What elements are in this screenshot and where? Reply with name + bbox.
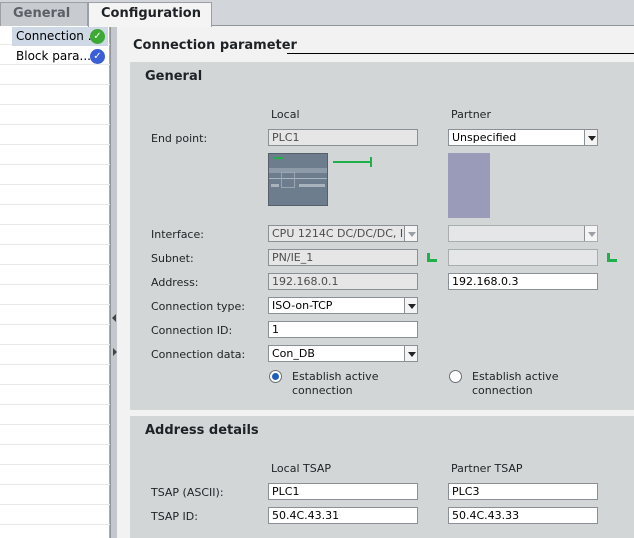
tsap-id-label: TSAP ID: [151,510,198,523]
local-address-field[interactable]: 192.168.0.1 [268,273,418,290]
collapse-left-icon[interactable] [112,314,116,322]
local-interface-dropdown[interactable]: CPU 1214C DC/DC/DC, IE [268,225,418,242]
establish-active-partner-radio[interactable] [449,370,462,383]
nav-item-connection[interactable]: Connection ... ✓ [12,27,108,46]
nav-item-label: Connection ... [16,29,100,43]
establish-active-local-radio[interactable] [269,370,282,383]
column-header-partner-tsap: Partner TSAP [451,462,523,475]
establish-active-partner-label-line2: connection [472,384,533,397]
nav-item-label: Block para... [16,49,91,63]
interface-label: Interface: [151,228,204,241]
navigation-panel: Connection ... ✓ Block para... ✓ [0,26,110,538]
tab-general[interactable]: General [0,2,88,27]
local-subnet-field[interactable]: PN/IE_1 [268,249,418,266]
column-header-partner: Partner [451,108,491,121]
local-tsap-id-input[interactable]: 50.4C.43.31 [268,507,418,524]
chevron-down-icon[interactable] [584,226,597,241]
connection-type-label: Connection type: [151,300,246,313]
connection-id-input[interactable]: 1 [268,321,418,338]
nav-item-block-parameters[interactable]: Block para... ✓ [12,47,108,66]
title-divider [287,53,634,54]
check-icon: ✓ [90,29,105,44]
subnet-label: Subnet: [151,252,194,265]
chevron-down-icon[interactable] [404,226,417,241]
partner-tsap-ascii-input[interactable]: PLC3 [448,483,598,500]
connection-data-dropdown[interactable]: Con_DB [268,345,418,362]
partner-tsap-id-input[interactable]: 50.4C.43.33 [448,507,598,524]
end-point-label: End point: [151,132,208,145]
section-title-address-details: Address details [145,423,259,438]
partner-end-point-dropdown[interactable]: Unspecified [448,129,598,146]
partner-end-point-value: Unspecified [452,131,517,144]
local-end-point-field[interactable]: PLC1 [268,129,418,146]
establish-active-local-label-line1: Establish active [292,370,379,383]
local-interface-value: CPU 1214C DC/DC/DC, IE [272,227,411,240]
partner-subnet-field[interactable] [448,249,598,266]
partner-device-image [448,153,490,218]
connection-type-dropdown[interactable]: ISO-on-TCP [268,297,418,314]
column-header-local: Local [271,108,300,121]
section-title-general: General [145,69,203,84]
connection-data-value: Con_DB [272,347,315,360]
establish-active-local-label-line2: connection [292,384,353,397]
tab-configuration[interactable]: Configuration [88,2,212,27]
connection-type-value: ISO-on-TCP [272,299,333,312]
tsap-ascii-label: TSAP (ASCII): [151,486,224,499]
local-plc-device-image [268,153,328,206]
chevron-down-icon[interactable] [404,346,417,361]
partner-address-input[interactable]: 192.168.0.3 [448,273,598,290]
address-label: Address: [151,276,199,289]
column-header-local-tsap: Local TSAP [271,462,332,475]
connection-data-label: Connection data: [151,348,246,361]
local-tsap-ascii-input[interactable]: PLC1 [268,483,418,500]
connection-id-label: Connection ID: [151,324,233,337]
network-node-icon [427,253,437,262]
panel-splitter[interactable] [110,26,117,538]
network-node-icon [607,253,617,262]
chevron-down-icon[interactable] [584,130,597,145]
page-title: Connection parameter [133,38,297,53]
establish-active-partner-label-line1: Establish active [472,370,559,383]
check-icon: ✓ [90,49,105,64]
chevron-down-icon[interactable] [404,298,417,313]
partner-interface-dropdown[interactable] [448,225,598,242]
connection-line-icon [333,157,372,167]
